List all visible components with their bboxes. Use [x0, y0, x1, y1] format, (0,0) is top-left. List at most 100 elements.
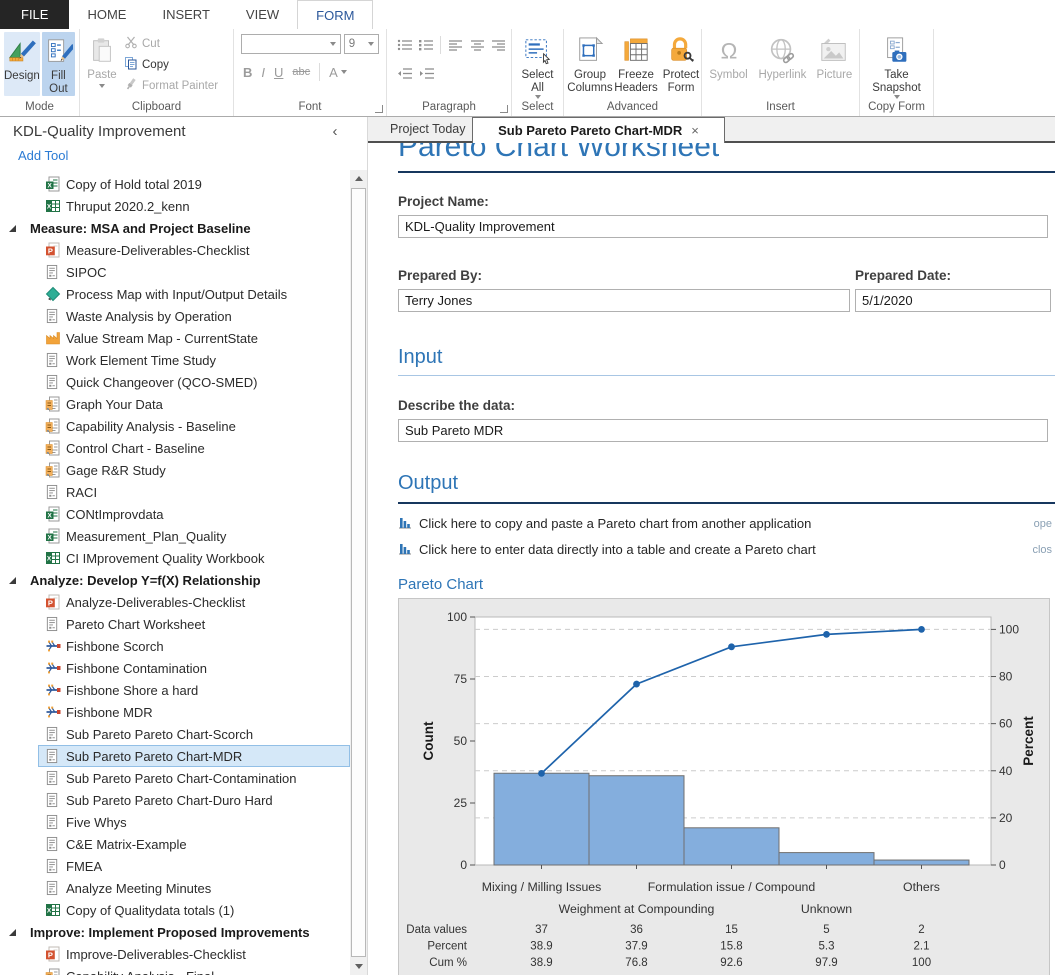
font-name-dropdown-arrow-icon[interactable]: [326, 35, 340, 53]
tree-item[interactable]: Fishbone Scorch: [0, 635, 350, 657]
align-center-icon[interactable]: [468, 35, 487, 55]
tree-item[interactable]: SIPOC: [0, 261, 350, 283]
take-snapshot-button[interactable]: Take Snapshot: [865, 31, 929, 99]
tree-item[interactable]: Fishbone Shore a hard: [0, 679, 350, 701]
tree-item[interactable]: Fishbone MDR: [0, 701, 350, 723]
tab-close-icon[interactable]: ×: [691, 123, 699, 138]
tree-item[interactable]: X Copy of Hold total 2019: [0, 173, 350, 195]
group-columns-button[interactable]: Group Columns: [567, 31, 613, 94]
font-size-combobox[interactable]: 9: [344, 34, 379, 54]
copy-button[interactable]: Copy: [121, 54, 221, 75]
tab-insert[interactable]: INSERT: [144, 0, 227, 29]
tree-item[interactable]: Waste Analysis by Operation: [0, 305, 350, 327]
increase-indent-icon[interactable]: [417, 63, 437, 83]
italic-button[interactable]: I: [261, 65, 265, 80]
format-painter-button[interactable]: Format Painter: [121, 75, 221, 96]
tree-item[interactable]: X CONtImprovdata: [0, 503, 350, 525]
scrollbar-down-arrow-icon[interactable]: [350, 958, 367, 975]
tree-item[interactable]: X CI IMprovement Quality Workbook: [0, 547, 350, 569]
paste-icon: [88, 33, 116, 69]
hyperlink-button[interactable]: Hyperlink: [752, 31, 813, 82]
tree-item[interactable]: Analyze: Develop Y=f(X) Relationship: [0, 569, 350, 591]
tree-item[interactable]: Pareto Chart Worksheet: [0, 613, 350, 635]
symbol-button[interactable]: Ω Symbol: [705, 31, 752, 82]
format-painter-icon: [124, 77, 138, 94]
protect-form-button[interactable]: Protect Form: [659, 31, 703, 94]
tree-item[interactable]: Sub Pareto Pareto Chart-MDR: [38, 745, 350, 767]
freeze-headers-button[interactable]: Freeze Headers: [613, 31, 659, 94]
align-right-icon[interactable]: [489, 35, 508, 55]
expand-triangle-icon[interactable]: [8, 224, 20, 233]
link-right-text[interactable]: ope: [1034, 518, 1052, 530]
tab-view[interactable]: VIEW: [228, 0, 297, 29]
enter-data-link-row[interactable]: Click here to enter data directly into a…: [398, 538, 1055, 561]
doc-tab-active[interactable]: Sub Pareto Pareto Chart-MDR ×: [472, 117, 725, 143]
tab-file[interactable]: FILE: [0, 0, 69, 29]
tree-item[interactable]: Sub Pareto Pareto Chart-Scorch: [0, 723, 350, 745]
paragraph-dialog-launcher-icon[interactable]: [500, 105, 508, 113]
tree-item[interactable]: P Analyze-Deliverables-Checklist: [0, 591, 350, 613]
scrollbar-thumb[interactable]: [351, 188, 366, 957]
font-name-combobox[interactable]: [241, 34, 341, 54]
tree-item[interactable]: Graph Your Data: [0, 393, 350, 415]
tree-item[interactable]: Quick Changeover (QCO-SMED): [0, 371, 350, 393]
cut-button[interactable]: Cut: [121, 33, 221, 54]
tree-item[interactable]: RACI: [0, 481, 350, 503]
picture-button[interactable]: Picture: [813, 31, 856, 82]
tree-item[interactable]: Measure: MSA and Project Baseline: [0, 217, 350, 239]
tree-item[interactable]: Improve: Implement Proposed Improvements: [0, 921, 350, 943]
link-right-text[interactable]: clos: [1032, 544, 1052, 556]
bold-button[interactable]: B: [243, 65, 252, 80]
describe-data-input[interactable]: [398, 419, 1048, 442]
font-size-dropdown-arrow-icon[interactable]: [364, 35, 378, 53]
tree-item[interactable]: X Copy of Qualitydata totals (1): [0, 899, 350, 921]
expand-triangle-icon[interactable]: [8, 576, 20, 585]
font-color-button[interactable]: A: [329, 65, 347, 80]
align-left-icon[interactable]: [446, 35, 465, 55]
tree-item[interactable]: Capability Analysis - Final: [0, 965, 350, 975]
doc-tab-project-today[interactable]: Project Today: [390, 117, 472, 141]
font-dialog-launcher-icon[interactable]: [375, 105, 383, 113]
fill-out-mode-button[interactable]: Fill Out: [42, 32, 75, 96]
tree-item[interactable]: P Measure-Deliverables-Checklist: [0, 239, 350, 261]
tree-item[interactable]: Control Chart - Baseline: [0, 437, 350, 459]
enter-data-link-text[interactable]: Click here to enter data directly into a…: [419, 542, 816, 557]
tab-form[interactable]: FORM: [297, 0, 373, 29]
prepared-date-input[interactable]: [855, 289, 1051, 312]
paste-button[interactable]: Paste: [83, 31, 121, 88]
tree-item[interactable]: FMEA: [0, 855, 350, 877]
tree-item[interactable]: Analyze Meeting Minutes: [0, 877, 350, 899]
tree-item[interactable]: X Measurement_Plan_Quality: [0, 525, 350, 547]
tree-item[interactable]: P Improve-Deliverables-Checklist: [0, 943, 350, 965]
sidebar-scrollbar[interactable]: [350, 170, 367, 975]
tree-item[interactable]: X Thruput 2020.2_kenn: [0, 195, 350, 217]
tab-home[interactable]: HOME: [69, 0, 144, 29]
tree-item[interactable]: Fishbone Contamination: [0, 657, 350, 679]
bullet-list-icon[interactable]: [395, 35, 414, 55]
tree-item[interactable]: Sub Pareto Pareto Chart-Contamination: [0, 767, 350, 789]
tree-item[interactable]: Sub Pareto Pareto Chart-Duro Hard: [0, 789, 350, 811]
numbered-list-icon[interactable]: [416, 35, 435, 55]
paste-pareto-link-row[interactable]: Click here to copy and paste a Pareto ch…: [398, 512, 1055, 535]
tree-item[interactable]: Process Map with Input/Output Details: [0, 283, 350, 305]
project-name-input[interactable]: [398, 215, 1048, 238]
tree-item[interactable]: Work Element Time Study: [0, 349, 350, 371]
add-tool-link[interactable]: Add Tool: [18, 148, 68, 163]
tree-item[interactable]: C&E Matrix-Example: [0, 833, 350, 855]
tree-item[interactable]: Gage R&R Study: [0, 459, 350, 481]
select-all-button[interactable]: Select All: [515, 31, 560, 99]
scrollbar-up-arrow-icon[interactable]: [350, 170, 367, 187]
tree-item[interactable]: Capability Analysis - Baseline: [0, 415, 350, 437]
tree-item[interactable]: Value Stream Map - CurrentState: [0, 327, 350, 349]
tree-item[interactable]: Five Whys: [0, 811, 350, 833]
expand-triangle-icon[interactable]: [8, 928, 20, 937]
prepared-by-input[interactable]: [398, 289, 850, 312]
analysis-icon: [45, 396, 62, 412]
svg-text:40: 40: [999, 764, 1013, 778]
strikethrough-button[interactable]: abc: [292, 66, 310, 78]
underline-button[interactable]: U: [274, 65, 283, 80]
design-mode-button[interactable]: Design: [4, 32, 40, 96]
decrease-indent-icon[interactable]: [395, 63, 415, 83]
sidebar-collapse-chevron[interactable]: ‹: [326, 123, 344, 140]
paste-pareto-link-text[interactable]: Click here to copy and paste a Pareto ch…: [419, 516, 811, 531]
